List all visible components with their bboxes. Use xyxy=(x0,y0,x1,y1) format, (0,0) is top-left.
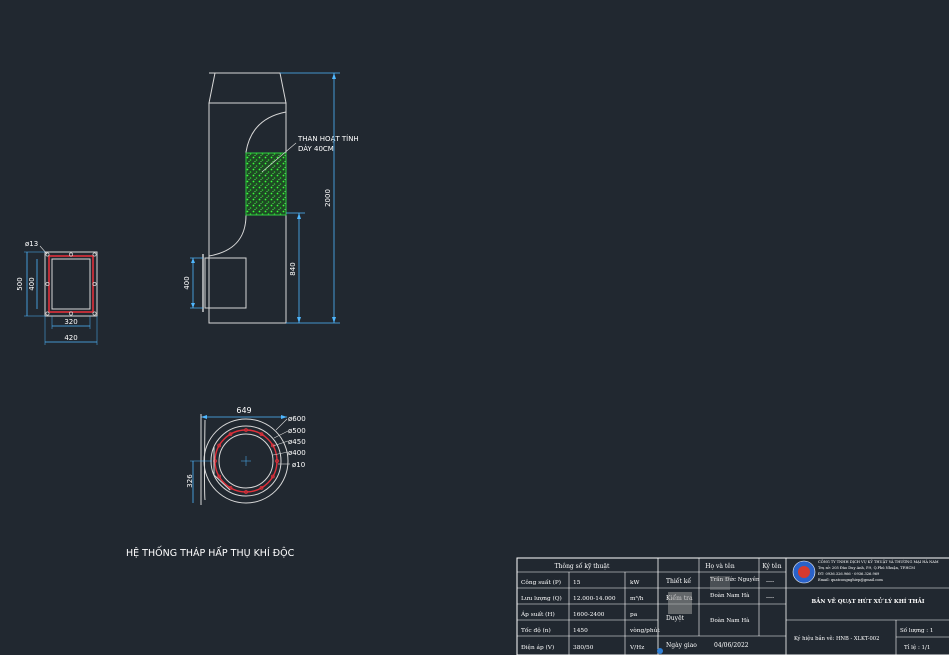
sheet-title: BẢN VẼ QUẠT HÚT XỬ LÝ KHÍ THẢI xyxy=(811,597,924,605)
sign-checker: ---- xyxy=(766,594,774,601)
drawing-code: Ký hiệu bản vẽ: HNB - XLKT-002 xyxy=(794,635,879,642)
spec-label: Tốc độ (n) xyxy=(521,627,551,634)
company-address: Trụ sở: 205 Đào Duy Anh, P.9, Q.Phú Nhuậ… xyxy=(818,565,915,570)
flange-red-gasket xyxy=(48,255,94,313)
signature-stamp xyxy=(668,592,692,614)
spec-value: 380/50 xyxy=(573,645,594,651)
dim-inlet-size: 400 xyxy=(183,276,191,289)
spec-unit: kW xyxy=(630,580,640,586)
spec-rows: Công suất (P) 15 kW Lưu lượng (Q) 12.000-14.… xyxy=(520,579,660,651)
people-header-name: Họ và tên xyxy=(705,563,735,570)
tower-inlet xyxy=(204,257,247,309)
dim-flange-outer-width: 420 xyxy=(64,334,77,342)
tower-top-cap xyxy=(208,72,287,104)
spec-unit: m³/h xyxy=(630,595,644,602)
sign-designer: ---- xyxy=(766,578,774,585)
spec-label: Điện áp (V) xyxy=(521,644,554,651)
tower-side-view: THAN HOẠT TÍNH DÀY 40CM 2000 840 400 xyxy=(183,72,359,324)
dim-top-width: 649 xyxy=(236,406,251,415)
spec-value: 1450 xyxy=(573,628,588,634)
flange-inner xyxy=(51,258,91,310)
name-approver: Đoàn Nam Hà xyxy=(710,617,750,624)
drawing-caption: HỆ THỐNG THÁP HẤP THỤ KHÍ ĐỘC xyxy=(126,546,295,559)
spec-unit: pa xyxy=(630,612,638,618)
carbon-label-line1: THAN HOẠT TÍNH xyxy=(297,134,359,143)
spec-label: Lưu lượng (Q) xyxy=(521,595,562,602)
selection-grip[interactable] xyxy=(657,648,663,654)
spec-value: 1600-2400 xyxy=(573,612,605,618)
name-checker: Đoàn Nam Hà xyxy=(710,592,750,599)
dim-flange-inner-height: 400 xyxy=(28,277,36,290)
company-name: CÔNG TY TNHH DỊCH VỤ KỸ THUẬT VÀ THƯƠNG … xyxy=(818,559,939,564)
date-value: 04/06/2022 xyxy=(714,642,749,649)
dim-top-d500: ø500 xyxy=(288,427,306,435)
dim-top-d600: ø600 xyxy=(288,415,306,423)
role-approver: Duyệt xyxy=(666,615,685,622)
tower-top-view: 649 ø600 ø500 ø450 ø400 ø10 326 xyxy=(186,406,306,505)
flange-view: ø13 500 400 320 420 xyxy=(16,240,98,345)
dim-top-offset: 326 xyxy=(186,474,194,488)
date-label: Ngày giao xyxy=(666,642,697,649)
dim-top-d10: ø10 xyxy=(292,461,305,469)
role-designer: Thiết kế xyxy=(666,578,691,585)
spec-unit: vòng/phút xyxy=(629,627,660,634)
specs-header: Thông số kỹ thuật xyxy=(555,563,610,570)
dim-flange-inner-width: 320 xyxy=(64,318,77,326)
spec-unit: V/Hz xyxy=(629,645,644,651)
dim-flange-outer-height: 500 xyxy=(16,277,24,290)
activated-carbon-layer xyxy=(245,152,287,216)
company-phone: ĐT: 0936.326.966 - 0936.326.969 xyxy=(818,572,880,576)
spec-label: Công suất (P) xyxy=(521,579,561,586)
drawing-scale: Tỉ lệ : 1/1 xyxy=(904,644,930,651)
carbon-label-line2: DÀY 40CM xyxy=(298,144,334,153)
spec-value: 15 xyxy=(573,580,581,586)
flange-outer xyxy=(44,251,98,317)
spec-value: 12.000-14.000 xyxy=(573,596,616,602)
dim-inlet-elevation: 840 xyxy=(289,262,297,275)
dim-top-d450: ø450 xyxy=(288,438,306,446)
dim-top-d400: ø400 xyxy=(288,449,306,457)
dim-tower-height: 2000 xyxy=(324,189,332,207)
cad-drawing-canvas[interactable]: THAN HOẠT TÍNH DÀY 40CM 2000 840 400 ø13 xyxy=(0,0,949,655)
dim-flange-hole: ø13 xyxy=(25,240,38,248)
people-header-sign: Ký tên xyxy=(762,563,781,570)
company-email: Email: quatcongnghiep@gmail.com xyxy=(818,578,883,582)
sheet-count: Số lượng : 1 xyxy=(900,627,933,634)
spec-label: Áp suất (H) xyxy=(520,611,555,618)
title-block: Thông số kỹ thuật Công suất (P) 15 kW Lưu l… xyxy=(516,557,949,655)
